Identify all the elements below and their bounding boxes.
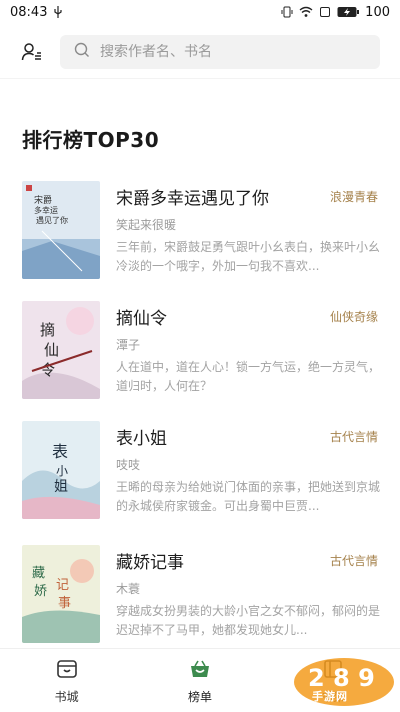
svg-text:小: 小 <box>56 464 68 478</box>
user-list-icon[interactable] <box>18 38 46 66</box>
nav-ranking[interactable]: 榜单 <box>133 649 266 712</box>
svg-text:表: 表 <box>52 442 68 461</box>
nav-label: 榜单 <box>187 690 212 704</box>
search-box[interactable] <box>60 35 380 69</box>
book-title: 藏娇记事 <box>116 553 184 573</box>
nav-label: 书城 <box>54 690 79 704</box>
header-divider <box>0 78 400 79</box>
book-description: 人在道中，道在人心！锁一方气运，绝一方灵气，道归时，人何在？ <box>116 360 380 393</box>
ranking-basket-icon <box>188 658 212 684</box>
rotate-icon <box>319 6 331 18</box>
book-cover[interactable]: 宋爵 多幸运 遇见了你 <box>22 181 100 279</box>
book-category: 浪漫青春 <box>329 190 378 204</box>
page-title: 排行榜TOP30 <box>22 128 160 152</box>
svg-text:多幸运: 多幸运 <box>34 205 58 215</box>
nav-bookstore[interactable]: 书城 <box>0 649 133 712</box>
status-bar: 08:43 100 <box>0 0 400 24</box>
list-item[interactable]: 表 小 姐 表小姐 古代言情 吱吱 王晞的母亲为给她说门体面的亲事，把她送到京城… <box>0 416 400 520</box>
book-title: 表小姐 <box>116 429 167 449</box>
svg-text:摘: 摘 <box>40 321 55 339</box>
svg-text:姐: 姐 <box>54 479 68 495</box>
watermark-subtext: 手游网 <box>312 690 348 703</box>
book-category: 古代言情 <box>329 554 378 568</box>
status-time: 08:43 <box>10 4 48 20</box>
book-description: 三年前，宋爵鼓足勇气跟叶小幺表白，换来叶小幺冷淡的一个哦字，外加一句我不喜欢..… <box>116 240 380 273</box>
vibrate-icon <box>281 6 293 18</box>
book-category: 古代言情 <box>329 430 378 444</box>
list-item[interactable]: 摘 仙 令 摘仙令 仙侠奇缘 潭子 人在道中，道在人心！锁一方气运，绝一方灵气，… <box>0 296 400 400</box>
battery-charging-icon <box>337 6 360 18</box>
svg-text:遇见了你: 遇见了你 <box>36 215 68 225</box>
svg-text:仙: 仙 <box>44 341 59 359</box>
svg-text:事: 事 <box>58 596 71 611</box>
svg-text:宋爵: 宋爵 <box>34 194 52 206</box>
bookstore-icon <box>55 658 79 684</box>
search-input[interactable] <box>100 44 340 60</box>
book-cover[interactable]: 表 小 姐 <box>22 421 100 519</box>
book-author: 潭子 <box>116 338 141 352</box>
book-author: 吱吱 <box>116 458 141 472</box>
book-author: 笑起来很暖 <box>116 218 177 232</box>
book-description: 王晞的母亲为给她说门体面的亲事，把她送到京城的永城侯府家镀金。可出身蜀中巨贾..… <box>116 480 380 513</box>
search-icon <box>74 42 90 62</box>
list-item[interactable]: 宋爵 多幸运 遇见了你 宋爵多幸运遇见了你 浪漫青春 笑起来很暖 三年前，宋爵鼓… <box>0 176 400 280</box>
svg-text:藏: 藏 <box>32 566 45 581</box>
usb-icon <box>53 6 63 18</box>
book-cover[interactable]: 藏 娇 记 事 <box>22 545 100 643</box>
svg-text:娇: 娇 <box>34 584 47 599</box>
svg-text:记: 记 <box>56 578 69 593</box>
book-author: 木蓑 <box>116 582 141 596</box>
wifi-icon <box>299 6 313 18</box>
list-item[interactable]: 藏 娇 记 事 藏娇记事 古代言情 木蓑 穿越成女扮男装的大龄小官之女不郁闷，郁… <box>0 540 400 644</box>
book-title: 宋爵多幸运遇见了你 <box>116 189 269 209</box>
book-category: 仙侠奇缘 <box>329 310 378 324</box>
battery-level: 100 <box>365 4 390 20</box>
book-cover[interactable]: 摘 仙 令 <box>22 301 100 399</box>
top-bar <box>0 26 400 78</box>
book-description: 穿越成女扮男装的大龄小官之女不郁闷，郁闷的是迟迟掉不了马甲，她都发现她女儿... <box>116 604 380 637</box>
book-title: 摘仙令 <box>116 309 167 329</box>
